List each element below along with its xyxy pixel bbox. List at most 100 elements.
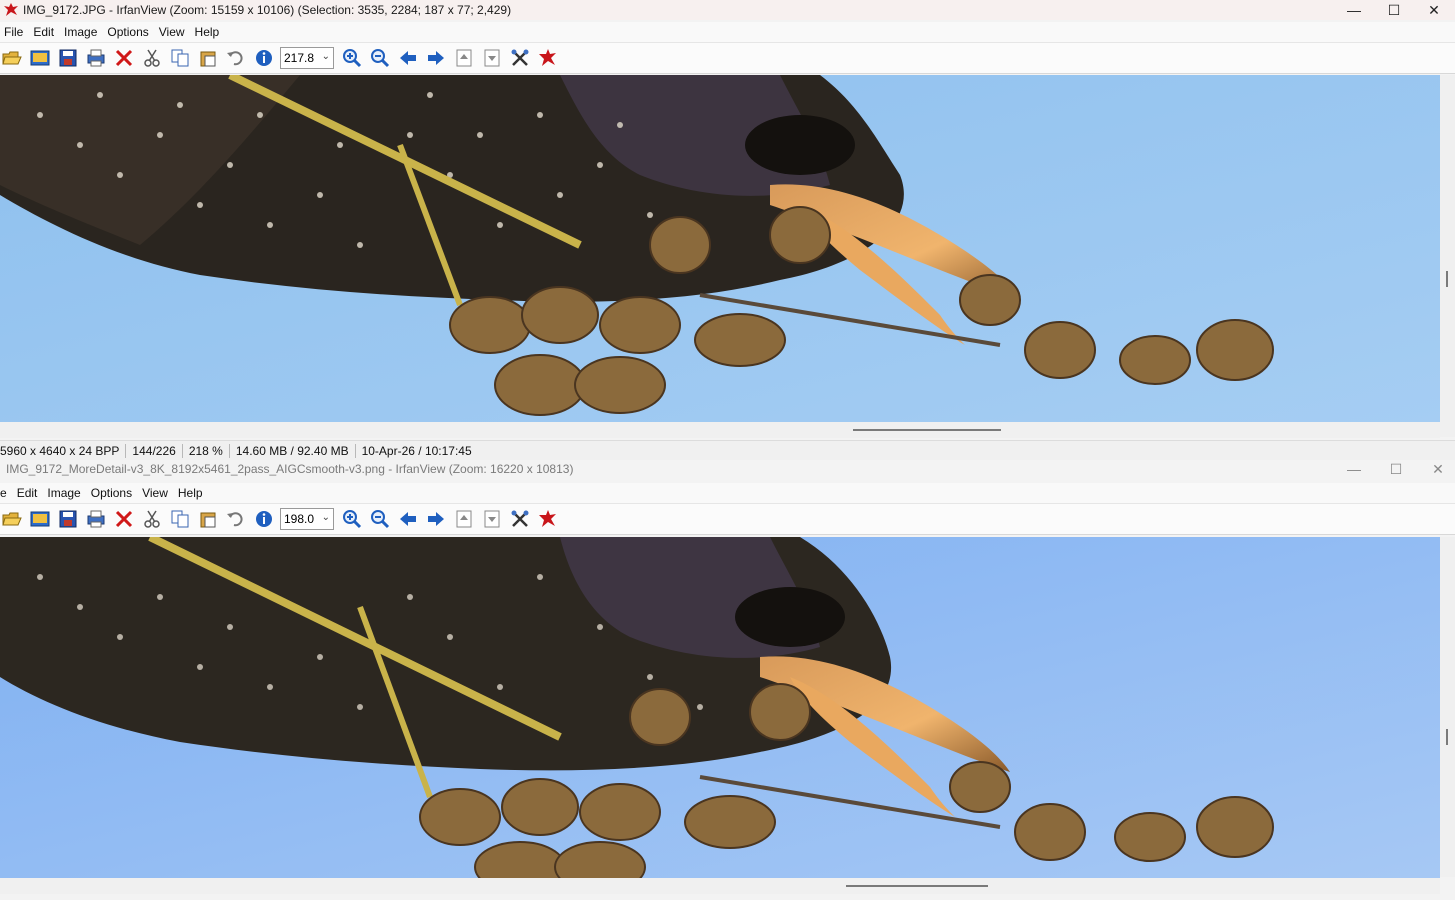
print-button[interactable] (84, 507, 108, 531)
maximize-button[interactable]: ☐ (1375, 460, 1417, 479)
prev-icon (400, 512, 416, 526)
undo-icon (227, 512, 243, 527)
next-button[interactable] (424, 46, 448, 70)
info-button[interactable] (252, 507, 276, 531)
exit-button[interactable] (536, 507, 560, 531)
image-canvas[interactable] (0, 75, 1440, 422)
info-button[interactable] (252, 46, 276, 70)
last-page-button[interactable] (480, 507, 504, 531)
maximize-icon: ☐ (1389, 460, 1403, 477)
zoom-out-icon (371, 49, 390, 68)
exit-icon (539, 49, 556, 66)
image-canvas[interactable] (0, 537, 1440, 878)
vertical-scrollbar[interactable] (1440, 75, 1455, 437)
settings-icon (511, 49, 529, 66)
menu-file[interactable]: File (0, 25, 29, 39)
cut-button[interactable] (140, 46, 164, 70)
menu-edit[interactable]: Edit (29, 25, 60, 39)
horizontal-scrollbar[interactable] (0, 878, 1440, 894)
menu-options[interactable]: Options (87, 486, 138, 500)
slideshow-button[interactable] (28, 46, 52, 70)
zoom-out-button[interactable] (368, 507, 392, 531)
window-title: IMG_9172_MoreDetail-v3_8K_8192x5461_2pas… (6, 462, 574, 476)
copy-button[interactable] (168, 507, 192, 531)
cut-button[interactable] (140, 507, 164, 531)
settings-button[interactable] (508, 46, 532, 70)
vertical-scroll-thumb[interactable] (1446, 271, 1448, 287)
next-button[interactable] (424, 507, 448, 531)
copy-icon (171, 510, 189, 528)
title-bar[interactable]: IMG_9172_MoreDetail-v3_8K_8192x5461_2pas… (0, 460, 1455, 479)
prev-button[interactable] (396, 46, 420, 70)
menu-view[interactable]: View (138, 486, 174, 500)
menu-edit[interactable]: Edit (13, 486, 44, 500)
menu-help[interactable]: Help (191, 25, 226, 39)
save-button[interactable] (56, 507, 80, 531)
print-button[interactable] (84, 46, 108, 70)
exit-icon (539, 510, 556, 527)
undo-button[interactable] (224, 507, 248, 531)
slideshow-icon (30, 50, 50, 66)
menu-options[interactable]: Options (103, 25, 154, 39)
horizontal-scrollbar[interactable] (0, 422, 1440, 438)
menu-image[interactable]: Image (43, 486, 86, 500)
zoom-in-button[interactable] (340, 46, 364, 70)
save-button[interactable] (56, 46, 80, 70)
menu-bar: e Edit Image Options View Help (0, 483, 1455, 503)
settings-button[interactable] (508, 507, 532, 531)
close-icon: ✕ (1428, 1, 1440, 18)
vertical-scroll-thumb[interactable] (1446, 729, 1448, 745)
cut-icon (144, 49, 160, 67)
zoom-in-button[interactable] (340, 507, 364, 531)
delete-button[interactable] (112, 46, 136, 70)
copy-icon (171, 49, 189, 67)
menu-view[interactable]: View (155, 25, 191, 39)
maximize-button[interactable]: ☐ (1373, 0, 1415, 20)
first-page-icon (456, 49, 472, 67)
slideshow-icon (30, 511, 50, 527)
open-icon (2, 51, 22, 65)
info-icon (256, 50, 272, 66)
menu-file[interactable]: e (0, 486, 13, 500)
open-button[interactable] (0, 46, 24, 70)
title-bar[interactable]: IMG_9172.JPG - IrfanView (Zoom: 15159 x … (0, 0, 1455, 20)
zoom-out-icon (371, 510, 390, 529)
close-button[interactable]: ✕ (1417, 460, 1455, 479)
minimize-button[interactable]: — (1333, 0, 1375, 20)
horizontal-scroll-thumb[interactable] (853, 429, 1001, 431)
zoom-in-icon (343, 510, 362, 529)
undo-button[interactable] (224, 46, 248, 70)
zoom-out-button[interactable] (368, 46, 392, 70)
vertical-scrollbar[interactable] (1440, 537, 1455, 877)
save-icon (59, 510, 77, 528)
chevron-down-icon: ⌄ (321, 512, 330, 523)
paste-button[interactable] (196, 507, 220, 531)
copy-button[interactable] (168, 46, 192, 70)
open-button[interactable] (0, 507, 24, 531)
prev-icon (400, 51, 416, 65)
minimize-button[interactable]: — (1333, 460, 1375, 479)
first-page-button[interactable] (452, 46, 476, 70)
maximize-icon: ☐ (1387, 1, 1401, 18)
zoom-combobox[interactable]: 217.8 ⌄ (280, 47, 334, 69)
last-page-button[interactable] (480, 46, 504, 70)
status-bar: 5960 x 4640 x 24 BPP 144/226 218 % 14.60… (0, 440, 1455, 460)
status-datetime: 10-Apr-26 / 10:17:45 (361, 443, 472, 458)
slideshow-button[interactable] (28, 507, 52, 531)
irfanview-window-top: IMG_9172.JPG - IrfanView (Zoom: 15159 x … (0, 0, 1455, 460)
exit-button[interactable] (536, 46, 560, 70)
menu-image[interactable]: Image (60, 25, 103, 39)
menu-help[interactable]: Help (174, 486, 209, 500)
info-icon (256, 511, 272, 527)
settings-icon (511, 510, 529, 527)
zoom-combobox[interactable]: 198.0 ⌄ (280, 508, 334, 530)
close-icon: ✕ (1432, 460, 1444, 477)
cut-icon (144, 510, 160, 528)
first-page-button[interactable] (452, 507, 476, 531)
delete-button[interactable] (112, 507, 136, 531)
last-page-icon (484, 49, 500, 67)
prev-button[interactable] (396, 507, 420, 531)
close-button[interactable]: ✕ (1413, 0, 1455, 20)
horizontal-scroll-thumb[interactable] (846, 885, 988, 887)
paste-button[interactable] (196, 46, 220, 70)
